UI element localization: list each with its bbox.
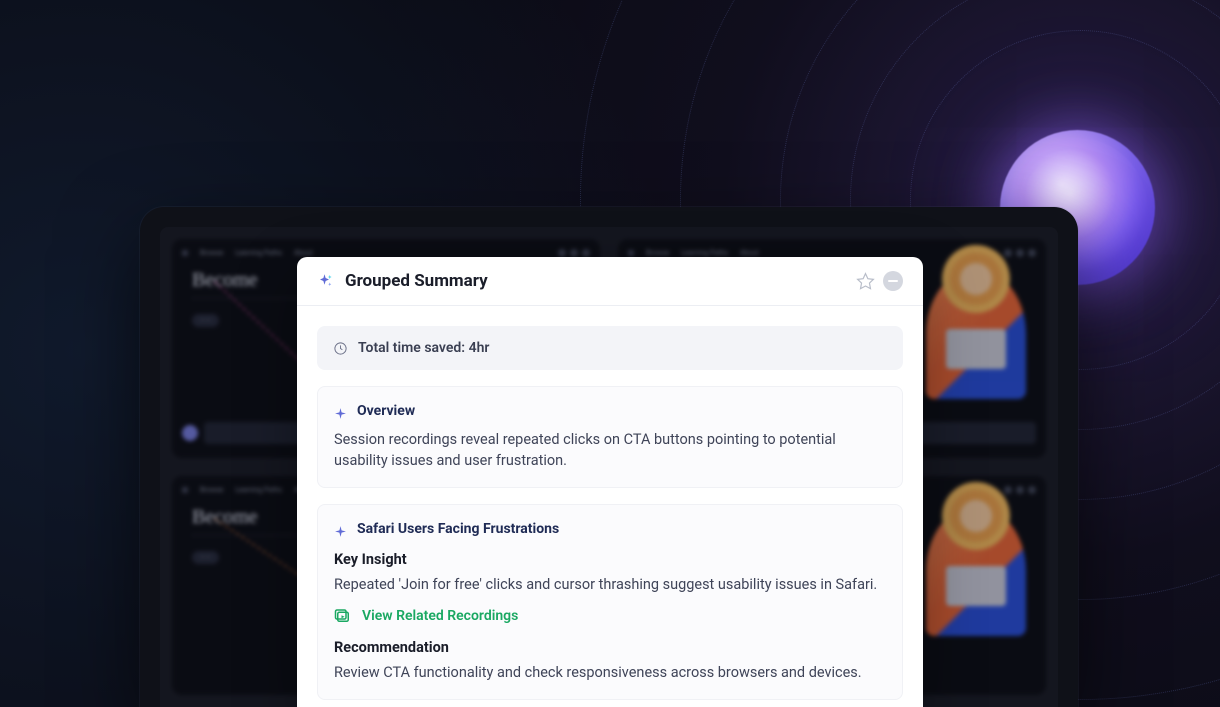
recordings-icon	[334, 607, 352, 625]
modal-header: Grouped Summary	[297, 257, 923, 306]
recommendation-label: Recommendation	[334, 639, 886, 656]
overview-card: Overview Session recordings reveal repea…	[317, 386, 903, 488]
safari-heading: Safari Users Facing Frustrations	[357, 521, 559, 537]
key-insight-body: Repeated 'Join for free' clicks and curs…	[334, 574, 886, 595]
overview-heading: Overview	[357, 403, 415, 419]
recommendation-body: Review CTA functionality and check respo…	[334, 662, 886, 683]
modal-title: Grouped Summary	[345, 271, 855, 291]
view-recordings-text: View Related Recordings	[362, 608, 518, 624]
key-insight-label: Key Insight	[334, 551, 886, 568]
diamond-icon	[334, 523, 347, 536]
modal-body: Total time saved: 4hr Overview Session r…	[297, 326, 923, 700]
diamond-icon	[334, 405, 347, 418]
time-saved-card: Total time saved: 4hr	[317, 326, 903, 370]
overview-body: Session recordings reveal repeated click…	[334, 429, 886, 471]
minimize-button[interactable]	[883, 271, 903, 291]
clock-icon	[333, 341, 348, 356]
favorite-button[interactable]	[855, 271, 875, 291]
time-saved-text: Total time saved: 4hr	[358, 340, 489, 356]
sparkle-icon	[317, 272, 335, 290]
safari-card: Safari Users Facing Frustrations Key Ins…	[317, 504, 903, 700]
grouped-summary-modal: Grouped Summary Total time saved: 4hr Ov…	[297, 257, 923, 707]
view-recordings-link[interactable]: View Related Recordings	[334, 607, 886, 625]
